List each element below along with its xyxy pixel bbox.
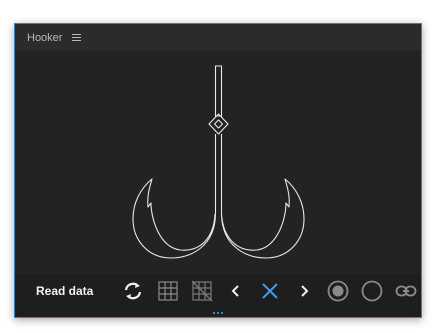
resize-grip[interactable] [15,308,421,317]
hamburger-menu-icon[interactable] [72,33,82,42]
chevron-right-icon[interactable] [292,279,316,303]
bottom-toolbar: Read data [15,274,421,308]
panel-titlebar: Hooker [15,24,421,52]
grid-disabled-icon[interactable] [190,279,214,303]
grid-icon[interactable] [156,279,180,303]
close-icon[interactable] [258,279,282,303]
radio-filled-icon[interactable] [326,279,350,303]
panel-tab[interactable]: Hooker [15,24,94,51]
link-icon[interactable] [394,279,418,303]
preview-canvas [15,51,421,274]
chevron-left-icon[interactable] [224,279,248,303]
hooker-panel: Hooker Read data [14,23,422,318]
read-data-button[interactable]: Read data [28,281,102,301]
radio-empty-icon[interactable] [360,279,384,303]
refresh-icon[interactable] [121,279,145,303]
panel-title: Hooker [27,31,63,44]
double-hook-shape [132,65,305,259]
